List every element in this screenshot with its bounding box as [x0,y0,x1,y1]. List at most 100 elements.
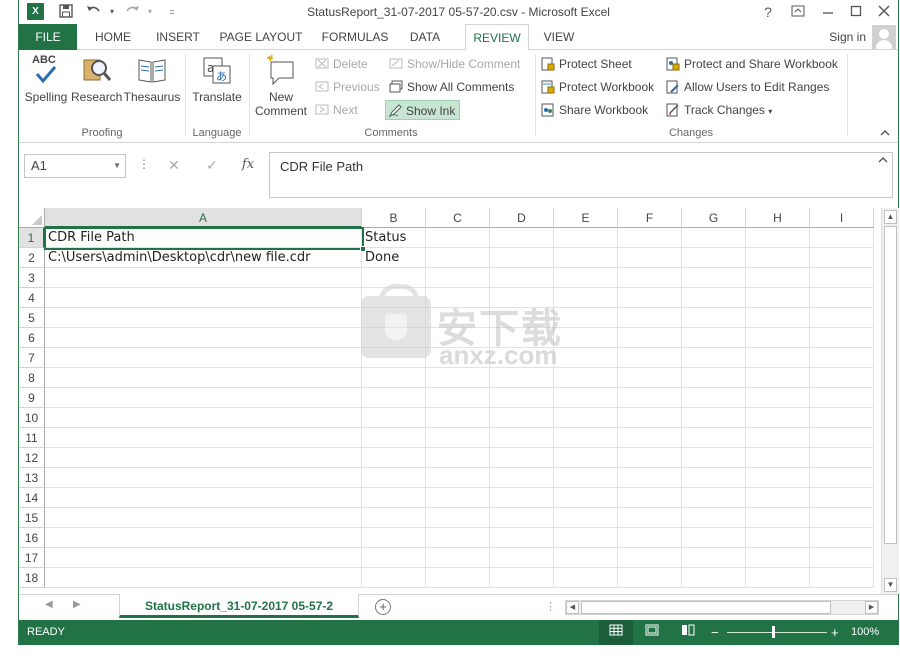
research-button[interactable]: Research [71,54,122,104]
row-header-7[interactable]: 7 [19,348,45,368]
column-header-c[interactable]: C [426,208,490,228]
prev-sheet-icon[interactable]: ◀ [45,599,53,610]
enter-icon[interactable]: ✓ [203,157,221,174]
scroll-up-icon[interactable]: ▲ [884,210,897,224]
row-header-11[interactable]: 11 [19,428,45,448]
column-header-h[interactable]: H [746,208,810,228]
select-all-corner[interactable] [19,208,45,228]
row-header-14[interactable]: 14 [19,488,45,508]
tab-formulas[interactable]: FORMULAS [317,24,393,50]
vertical-scrollbar[interactable]: ▲ ▼ [881,208,899,594]
column-header-e[interactable]: E [554,208,618,228]
row-header-10[interactable]: 10 [19,408,45,428]
column-header-g[interactable]: G [682,208,746,228]
avatar[interactable] [872,25,896,49]
add-sheet-icon[interactable]: + [375,599,391,615]
column-header-a[interactable]: A [45,208,362,228]
protect-sheet-button[interactable]: Protect Sheet [539,54,632,74]
scroll-left-icon[interactable]: ◀ [566,601,579,614]
tab-page-layout[interactable]: PAGE LAYOUT [215,24,307,50]
next-sheet-icon[interactable]: ▶ [73,599,81,610]
protect-workbook-button[interactable]: Protect Workbook [539,77,654,97]
scroll-thumb[interactable] [884,226,897,544]
show-all-comments-button[interactable]: Show All Comments [387,77,514,97]
page-layout-view-icon[interactable] [635,620,669,645]
scroll-right-icon[interactable]: ▶ [865,601,878,614]
gridline [45,467,874,468]
worksheet-grid[interactable]: ABCDEFGHI 1 2 3 4 5 6 7 8 9 10 11 12 13 14 15 16 17 18 CD… [19,208,881,590]
collapse-ribbon-icon[interactable] [880,126,890,140]
next-comment-button[interactable]: Next [313,100,358,120]
close-icon[interactable] [873,2,895,22]
column-header-b[interactable]: B [362,208,426,228]
protect-workbook-icon [541,80,555,94]
tab-file[interactable]: FILE [19,24,77,50]
previous-comment-button[interactable]: Previous [313,77,380,97]
row-header-3[interactable]: 3 [19,268,45,288]
expand-formula-icon[interactable] [878,155,888,167]
tab-insert[interactable]: INSERT [151,24,205,50]
tab-review[interactable]: REVIEW [465,24,529,51]
row-header-2[interactable]: 2 [19,248,45,268]
horizontal-scrollbar[interactable]: ◀ ▶ [565,600,879,615]
cell-a2[interactable]: C:\Users\admin\Desktop\cdr\new file.cdr [45,248,362,268]
row-header-5[interactable]: 5 [19,308,45,328]
scroll-down-icon[interactable]: ▼ [884,578,897,592]
insert-function-icon[interactable]: fx [239,157,257,172]
name-box[interactable]: A1 ▼ [24,154,126,178]
allow-edit-ranges-button[interactable]: Allow Users to Edit Ranges [664,77,829,97]
cell-b2[interactable]: Done [362,248,426,268]
column-header-d[interactable]: D [490,208,554,228]
row-header-12[interactable]: 12 [19,448,45,468]
show-hide-comment-button[interactable]: Show/Hide Comment [387,54,520,74]
ribbon-display-icon[interactable] [787,2,809,22]
thesaurus-label: Thesaurus [123,90,181,104]
row-header-9[interactable]: 9 [19,388,45,408]
chevron-down-icon[interactable]: ▼ [113,155,121,177]
cell-b1[interactable]: Status [362,228,426,248]
row-header-18[interactable]: 18 [19,568,45,588]
scroll-thumb[interactable] [581,601,831,614]
normal-view-icon[interactable] [599,620,633,645]
show-ink-button[interactable]: Show Ink [385,100,461,120]
zoom-slider[interactable] [727,632,827,633]
row-header-13[interactable]: 13 [19,468,45,488]
maximize-icon[interactable] [845,2,867,22]
gridline [489,228,490,588]
column-header-i[interactable]: I [810,208,874,228]
zoom-in-button[interactable]: + [831,625,839,640]
group-language-label: Language [192,127,242,139]
protect-share-workbook-button[interactable]: Protect and Share Workbook [664,54,838,74]
tab-home[interactable]: HOME [85,24,141,50]
row-header-6[interactable]: 6 [19,328,45,348]
sheet-tab-statusreport[interactable]: StatusReport_31-07-2017 05-57-2 [119,594,359,618]
formula-input[interactable]: CDR File Path [269,152,893,198]
fill-handle[interactable] [360,246,366,252]
help-button[interactable]: ? [757,2,779,22]
minimize-icon[interactable] [817,2,839,22]
share-workbook-button[interactable]: Share Workbook [539,100,648,120]
row-header-17[interactable]: 17 [19,548,45,568]
sign-in-link[interactable]: Sign in [829,24,866,50]
row-header-4[interactable]: 4 [19,288,45,308]
spelling-button[interactable]: ABC Spelling [23,54,69,104]
show-hide-comment-icon [389,58,403,69]
zoom-out-button[interactable]: − [711,625,719,640]
zoom-level[interactable]: 100% [851,626,879,638]
cancel-icon[interactable]: ✕ [165,157,183,174]
page-break-view-icon[interactable] [671,620,705,645]
thesaurus-button[interactable]: Thesaurus [123,54,181,104]
tab-view[interactable]: VIEW [537,24,581,50]
delete-comment-button[interactable]: Delete [313,54,368,74]
selected-cell[interactable] [44,227,366,252]
track-changes-button[interactable]: Track Changes ▾ [664,100,772,120]
column-header-f[interactable]: F [618,208,682,228]
translate-button[interactable]: aあ Translate [189,54,245,104]
row-header-1[interactable]: 1 [19,228,45,248]
new-comment-button[interactable]: New Comment [253,54,309,118]
row-header-16[interactable]: 16 [19,528,45,548]
zoom-slider-knob[interactable] [772,626,775,638]
row-header-15[interactable]: 15 [19,508,45,528]
row-header-8[interactable]: 8 [19,368,45,388]
tab-data[interactable]: DATA [403,24,447,50]
